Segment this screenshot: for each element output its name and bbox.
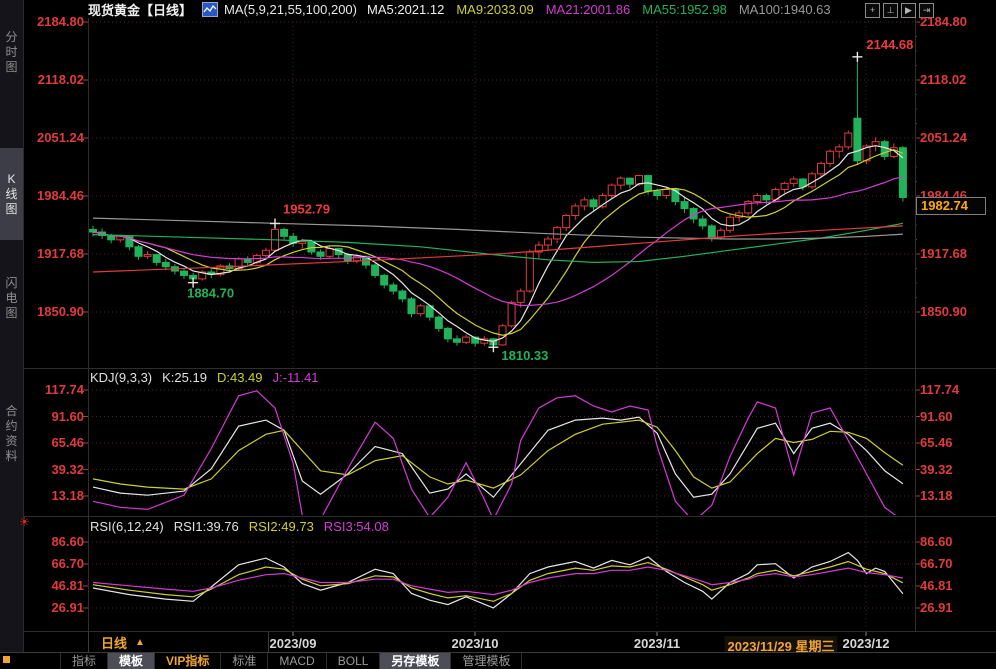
price-label: 1850.90 [20,304,84,319]
sidebar-tab-3[interactable]: 闪电图 [0,252,23,344]
price-label: 66.70 [20,556,84,571]
price-label: 1984.46 [20,188,84,203]
axis-gridline [915,18,916,631]
toolbar-tab-7[interactable]: 另存模板 [380,653,451,669]
indicator-value-label: D:43.49 [217,370,263,385]
price-annotation: 1952.79 [283,202,330,217]
playback-icon[interactable]: ▶ [901,3,916,18]
period-selector[interactable]: 日线 ▲ [88,632,269,652]
price-annotation: 1884.70 [187,286,234,301]
date-label: 2023/11 [634,636,680,651]
price-label: 65.46 [20,435,84,450]
panel-divider[interactable] [23,368,996,369]
ma-value-label: MA9:2033.09 [456,2,533,17]
line-chart-icon [202,2,218,17]
chart-canvas[interactable]: 2144.68 1952.79 1884.70 1810.33 [0,0,996,669]
period-label: 日线 [101,633,127,652]
price-annotation: 1810.33 [501,348,548,363]
price-label: 46.81 [20,578,84,593]
ma-value-label: MA100:1940.63 [739,2,831,17]
price-label: 1850.90 [920,304,990,319]
price-label: 117.74 [20,382,84,397]
toolbar-tab-1[interactable]: 指标 [60,653,108,669]
date-label: 2023/09 [270,636,317,651]
price-label: 2184.80 [20,14,84,29]
price-label: 13.18 [20,488,84,503]
price-label: 2051.24 [20,130,84,145]
bottom-toolbar: 指标模板VIP指标标准MACDBOLL另存模板管理模板 [0,652,996,669]
indicator-value-label: RSI3:54.08 [324,519,389,534]
price-label: 13.18 [920,488,990,503]
price-label: 2051.24 [920,130,990,145]
indicator-value-label: J:-11.41 [273,370,319,385]
price-label: 2184.80 [920,14,990,29]
price-label: 65.46 [920,435,990,450]
panel-divider[interactable] [23,516,996,517]
axis-gridline [88,18,89,631]
indicator-settings-icon[interactable]: ☀ [19,515,30,529]
price-annotation: 2144.68 [866,37,913,52]
trading-app: 2144.68 1952.79 1884.70 1810.33 分时图K线图闪电图合约… [0,0,996,669]
date-label: 2023/10 [452,636,499,651]
period-arrow-icon: ▲ [135,637,145,648]
sidebar: 分时图K线图闪电图合约资料 [0,0,24,652]
toolbar-tab-4[interactable]: 标准 [221,653,268,669]
price-label: 2118.02 [920,72,990,87]
crosshair-icon[interactable]: + [865,3,880,18]
price-label: 117.74 [920,382,990,397]
rsi-header: RSI(6,12,24) RSI1:39.76 RSI2:49.73 RSI3:54.… [90,519,399,534]
price-label: 26.91 [920,600,990,615]
instrument-title: 现货黄金【日线】 [88,0,192,19]
ma-legend: MA5:2021.12 MA9:2033.09 MA21:2001.86 MA55:1… [367,2,843,17]
kdj-header: KDJ(9,3,3) K:25.19 D:43.49 J:-11.41 [90,370,329,385]
date-label: 2023/12 [843,636,890,651]
price-label: 91.60 [920,409,990,424]
price-label: 91.60 [20,409,84,424]
price-label: 26.91 [20,600,84,615]
price-label: 46.81 [920,578,990,593]
indicator-value-label: K:25.19 [162,370,207,385]
current-price-tag: 1982.74 [916,197,986,215]
ma-value-label: MA21:2001.86 [546,2,631,17]
toolbar-tab-2[interactable]: 模板 [108,653,155,669]
price-label: 1917.68 [20,246,84,261]
corner-indicator [3,656,10,663]
price-label: 1917.68 [920,246,990,261]
ma-settings-label: MA(5,9,21,55,100,200) [224,2,357,17]
price-label: 39.32 [20,462,84,477]
price-label: 86.60 [920,534,990,549]
indicator-value-label: RSI(6,12,24) [90,519,164,534]
toolbar-tab-5[interactable]: MACD [268,653,326,669]
toolbar-tab-8[interactable]: 管理模板 [451,653,522,669]
indicator-value-label: RSI2:49.73 [249,519,314,534]
price-label: 39.32 [920,462,990,477]
indicator-value-label: KDJ(9,3,3) [90,370,152,385]
toolbar-tab-3[interactable]: VIP指标 [155,653,221,669]
axis-scale-icon[interactable]: ⊥ [883,3,898,18]
toolbar-tab-6[interactable]: BOLL [327,653,381,669]
ma-value-label: MA5:2021.12 [367,2,444,17]
price-label: 66.70 [920,556,990,571]
indicator-value-label: RSI1:39.76 [174,519,239,534]
price-label: 86.60 [20,534,84,549]
ma-value-label: MA55:1952.98 [642,2,727,17]
price-label: 2118.02 [20,72,84,87]
chart-header: 现货黄金【日线】 MA(5,9,21,55,100,200) MA5:2021.… [88,0,843,18]
